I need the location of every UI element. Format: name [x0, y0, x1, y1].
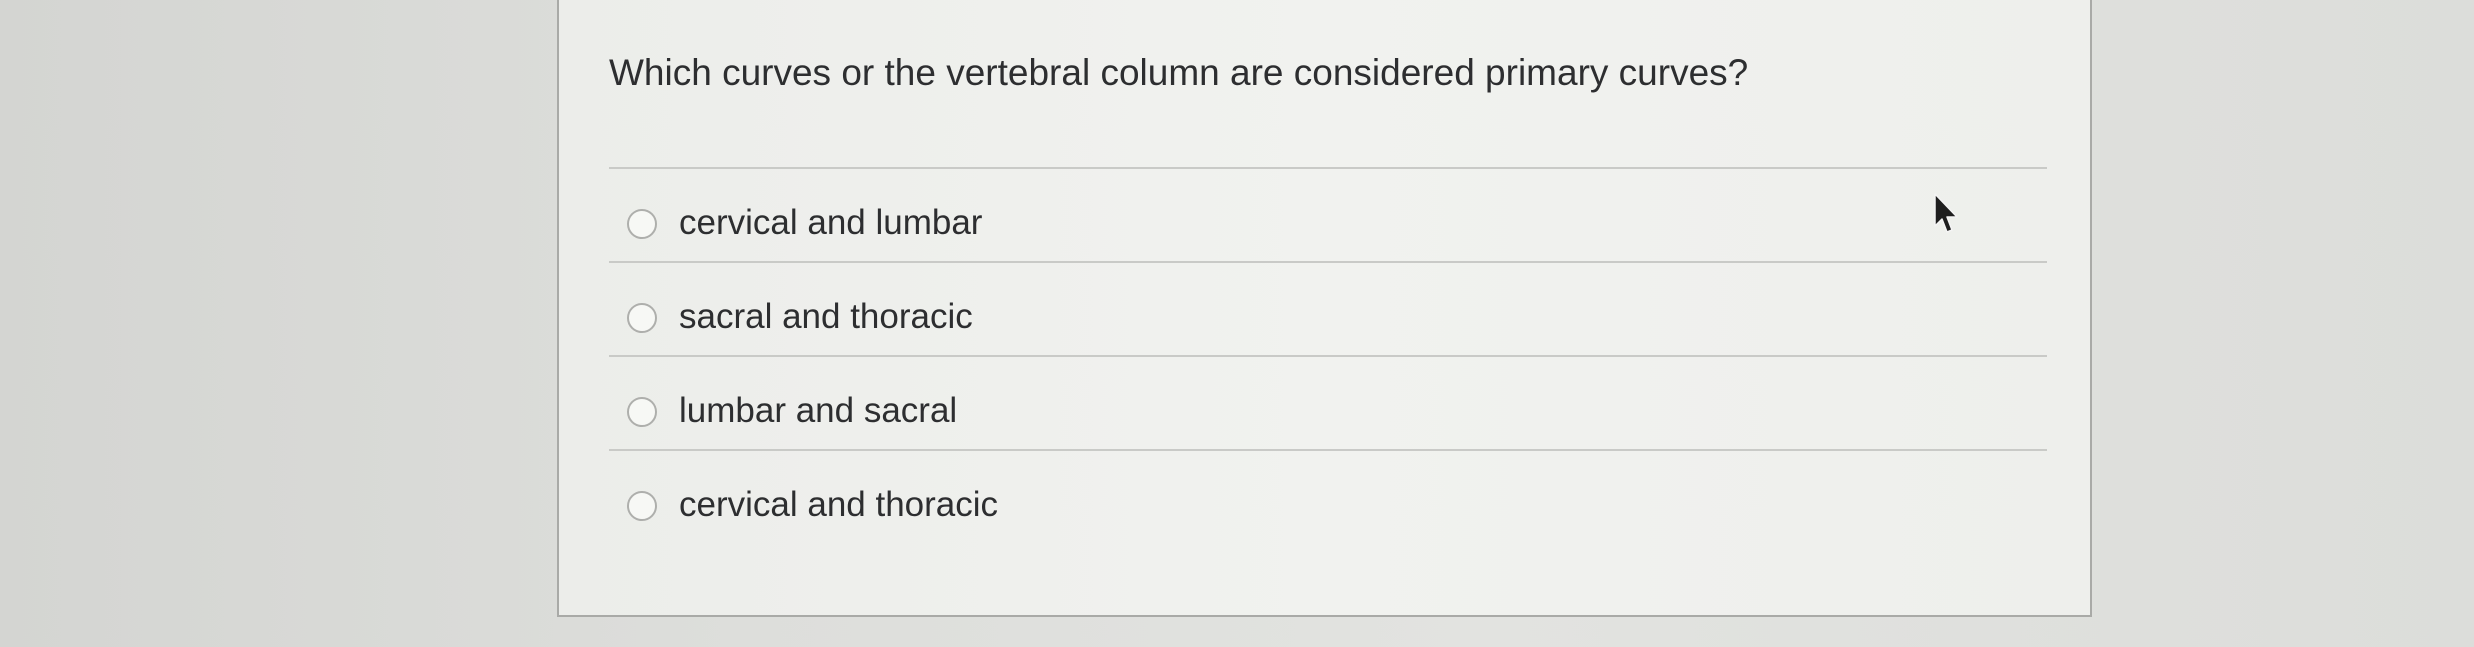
answer-option-4[interactable]: cervical and thoracic [609, 451, 2047, 545]
mouse-pointer-icon [1934, 193, 1958, 233]
answer-option-1[interactable]: cervical and lumbar [609, 169, 2047, 263]
answer-option-label[interactable]: cervical and lumbar [679, 203, 982, 243]
answer-option-2[interactable]: sacral and thoracic [609, 263, 2047, 357]
answer-option-label[interactable]: lumbar and sacral [679, 391, 957, 431]
radio-button-icon[interactable] [627, 397, 657, 427]
answer-option-label[interactable]: cervical and thoracic [679, 485, 998, 525]
answer-option-label[interactable]: sacral and thoracic [679, 297, 973, 337]
question-text: Which curves or the vertebral column are… [609, 52, 1749, 93]
answer-options: cervical and lumbar sacral and thoracic … [609, 169, 2047, 545]
radio-button-icon[interactable] [627, 491, 657, 521]
radio-button-icon[interactable] [627, 303, 657, 333]
question-panel: Which curves or the vertebral column are… [557, 0, 2092, 617]
answer-option-3[interactable]: lumbar and sacral [609, 357, 2047, 451]
radio-button-icon[interactable] [627, 209, 657, 239]
